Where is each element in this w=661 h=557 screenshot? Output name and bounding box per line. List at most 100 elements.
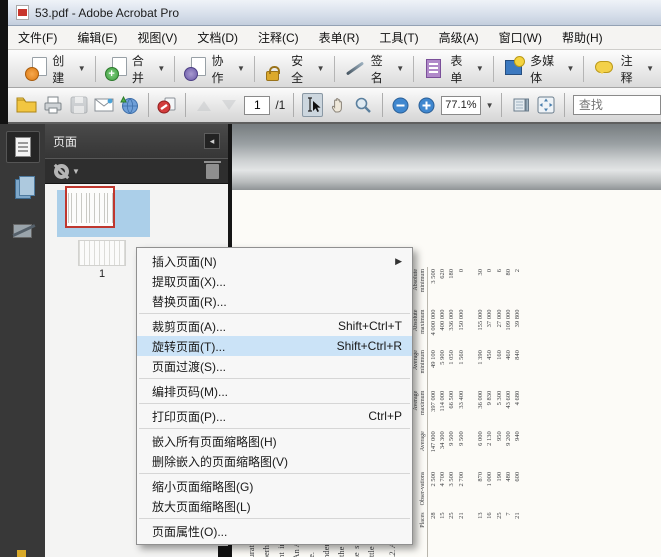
panel-collapse-button[interactable]: ◂	[204, 133, 220, 149]
options-dropdown-icon[interactable]: ▼	[72, 167, 80, 176]
sign-button[interactable]: 签名 ▼	[336, 49, 411, 89]
upload-document-button[interactable]	[119, 93, 139, 117]
menu-item-replace-pages[interactable]: 替换页面(R)...	[137, 291, 412, 311]
save-button[interactable]	[68, 93, 88, 117]
table-header-cell: Absolute maximum	[412, 309, 426, 334]
page-thumbnail-partial[interactable]	[78, 240, 126, 266]
table-row: City282 500147 000397 00049 1004 000 000…	[429, 268, 437, 519]
submenu-arrow-icon: ▶	[395, 255, 402, 266]
menu-view[interactable]: 视图(V)	[127, 26, 187, 49]
email-envelope-icon	[94, 98, 114, 112]
combine-label: 合并	[131, 53, 144, 85]
toolbar-separator	[253, 55, 255, 82]
doc-table-head: Locality Places Obser-vations Average Averag…	[412, 267, 428, 557]
signatures-panel-button[interactable]	[6, 215, 40, 247]
menu-advanced[interactable]: 高级(A)	[429, 26, 489, 49]
gear-icon[interactable]	[54, 163, 69, 179]
review-tracker-button[interactable]	[156, 93, 176, 117]
table-header-cell: Places	[419, 512, 426, 528]
menu-help[interactable]: 帮助(H)	[552, 26, 613, 49]
menu-item-embed-all-thumbnails[interactable]: 嵌入所有页面缩略图(H)	[137, 431, 412, 451]
zoom-in-icon	[418, 97, 435, 113]
combine-button[interactable]: + 合并 ▼	[98, 49, 173, 89]
toolbar-separator	[293, 93, 295, 117]
open-file-button[interactable]	[16, 93, 38, 117]
menu-item-extract-pages[interactable]: 提取页面(X)...	[137, 271, 412, 291]
pages-panel-options-bar: ▼	[45, 158, 228, 184]
toolbar-separator	[184, 93, 186, 117]
table-header-cell: Average maximum	[412, 390, 426, 416]
table-row: 1000-2000 m161 0002 1309 83045037 0000	[486, 268, 494, 519]
hand-tool-icon	[331, 98, 342, 113]
acrobat-app-icon	[16, 5, 29, 20]
multimedia-button[interactable]: 多媒体 ▼	[496, 49, 582, 89]
previous-page-button[interactable]	[194, 93, 214, 117]
partial-icon	[17, 550, 26, 557]
pages-panel-button[interactable]	[5, 131, 40, 163]
page-display-button[interactable]	[510, 93, 530, 117]
toolbar-separator	[492, 55, 494, 82]
upload-globe-icon	[120, 95, 139, 114]
scanner-background	[232, 124, 661, 190]
menu-forms[interactable]: 表单(R)	[309, 26, 370, 49]
secure-button[interactable]: 安全 ▼	[257, 49, 332, 89]
email-button[interactable]	[94, 93, 114, 117]
zoom-out-button[interactable]	[390, 93, 410, 117]
layers-panel-button[interactable]	[6, 173, 40, 205]
menu-edit[interactable]: 编辑(E)	[67, 26, 127, 49]
toolbar-separator	[381, 93, 383, 117]
menu-item-page-properties[interactable]: 页面属性(O)...	[137, 521, 412, 541]
tasks-toolbar: 创建 ▼ + 合并 ▼ 协作 ▼ 安全 ▼ 签名 ▼ 表单 ▼ 多媒体 ▼ 注释…	[8, 50, 661, 88]
zoom-marquee-button[interactable]	[353, 93, 373, 117]
open-folder-icon	[16, 97, 37, 113]
comment-button[interactable]: 注释 ▼	[586, 49, 661, 89]
table-row: > 2000 m251909505 30016027 0006	[495, 268, 503, 519]
trash-icon[interactable]	[204, 160, 221, 179]
zoom-dropdown-icon[interactable]: ▼	[486, 101, 494, 110]
menu-item-rotate-pages[interactable]: 旋转页面(T)... Shift+Ctrl+R	[137, 336, 412, 356]
menu-file[interactable]: 文件(F)	[8, 26, 67, 49]
menu-separator	[139, 428, 410, 429]
select-tool-button[interactable]	[302, 93, 323, 117]
menu-comments[interactable]: 注释(C)	[248, 26, 309, 49]
chevron-down-icon: ▼	[157, 64, 166, 73]
menu-separator	[139, 518, 410, 519]
menu-item-remove-embedded-thumbnails[interactable]: 删除嵌入的页面缩略图(V)	[137, 451, 412, 471]
menu-tools[interactable]: 工具(T)	[369, 26, 428, 49]
chevron-down-icon: ▼	[566, 64, 575, 73]
menu-item-number-pages[interactable]: 编排页码(M)...	[137, 381, 412, 401]
sign-label: 签名	[370, 53, 383, 85]
menu-item-insert-pages[interactable]: 插入页面(N) ▶	[137, 251, 412, 271]
page-total-label: /1	[275, 98, 286, 112]
table-header-cell: Average minimum	[412, 350, 426, 374]
hand-tool-button[interactable]	[328, 93, 348, 117]
page-thumbnail[interactable]	[65, 186, 115, 228]
title-bar[interactable]: 53.pdf - Adobe Acrobat Pro	[8, 0, 661, 26]
fit-window-button[interactable]	[536, 93, 556, 117]
forms-button[interactable]: 表单 ▼	[416, 49, 491, 89]
pages-panel-header: 页面 ◂	[45, 124, 228, 158]
find-input[interactable]	[572, 95, 661, 115]
menu-item-print-pages[interactable]: 打印页面(P)... Ctrl+P	[137, 406, 412, 426]
page-number-input[interactable]	[244, 95, 271, 115]
down-arrow-icon	[222, 99, 237, 117]
menu-item-enlarge-thumbnails[interactable]: 放大页面缩略图(L)	[137, 496, 412, 516]
menu-item-page-transitions[interactable]: 页面过渡(S)...	[137, 356, 412, 376]
combine-files-icon: +	[104, 56, 128, 81]
create-label: 创建	[52, 53, 65, 85]
menu-item-reduce-thumbnails[interactable]: 缩小页面缩略图(G)	[137, 476, 412, 496]
menu-window[interactable]: 窗口(W)	[489, 26, 552, 49]
next-page-button[interactable]	[219, 93, 239, 117]
toolbar-separator	[147, 93, 149, 117]
printer-icon	[44, 96, 62, 114]
menu-item-crop-pages[interactable]: 裁剪页面(A)... Shift+Ctrl+T	[137, 316, 412, 336]
create-button[interactable]: 创建 ▼	[18, 49, 93, 89]
collaborate-button[interactable]: 协作 ▼	[177, 49, 252, 89]
toolbar-separator	[583, 55, 585, 82]
print-button[interactable]	[43, 93, 63, 117]
table-row: Country, inland253 5009 50066 5001 05033…	[448, 268, 456, 519]
review-tracker-icon	[157, 97, 176, 114]
zoom-level-display[interactable]: 77.1%	[441, 95, 481, 115]
menu-document[interactable]: 文档(D)	[187, 26, 248, 49]
zoom-in-button[interactable]	[416, 93, 436, 117]
